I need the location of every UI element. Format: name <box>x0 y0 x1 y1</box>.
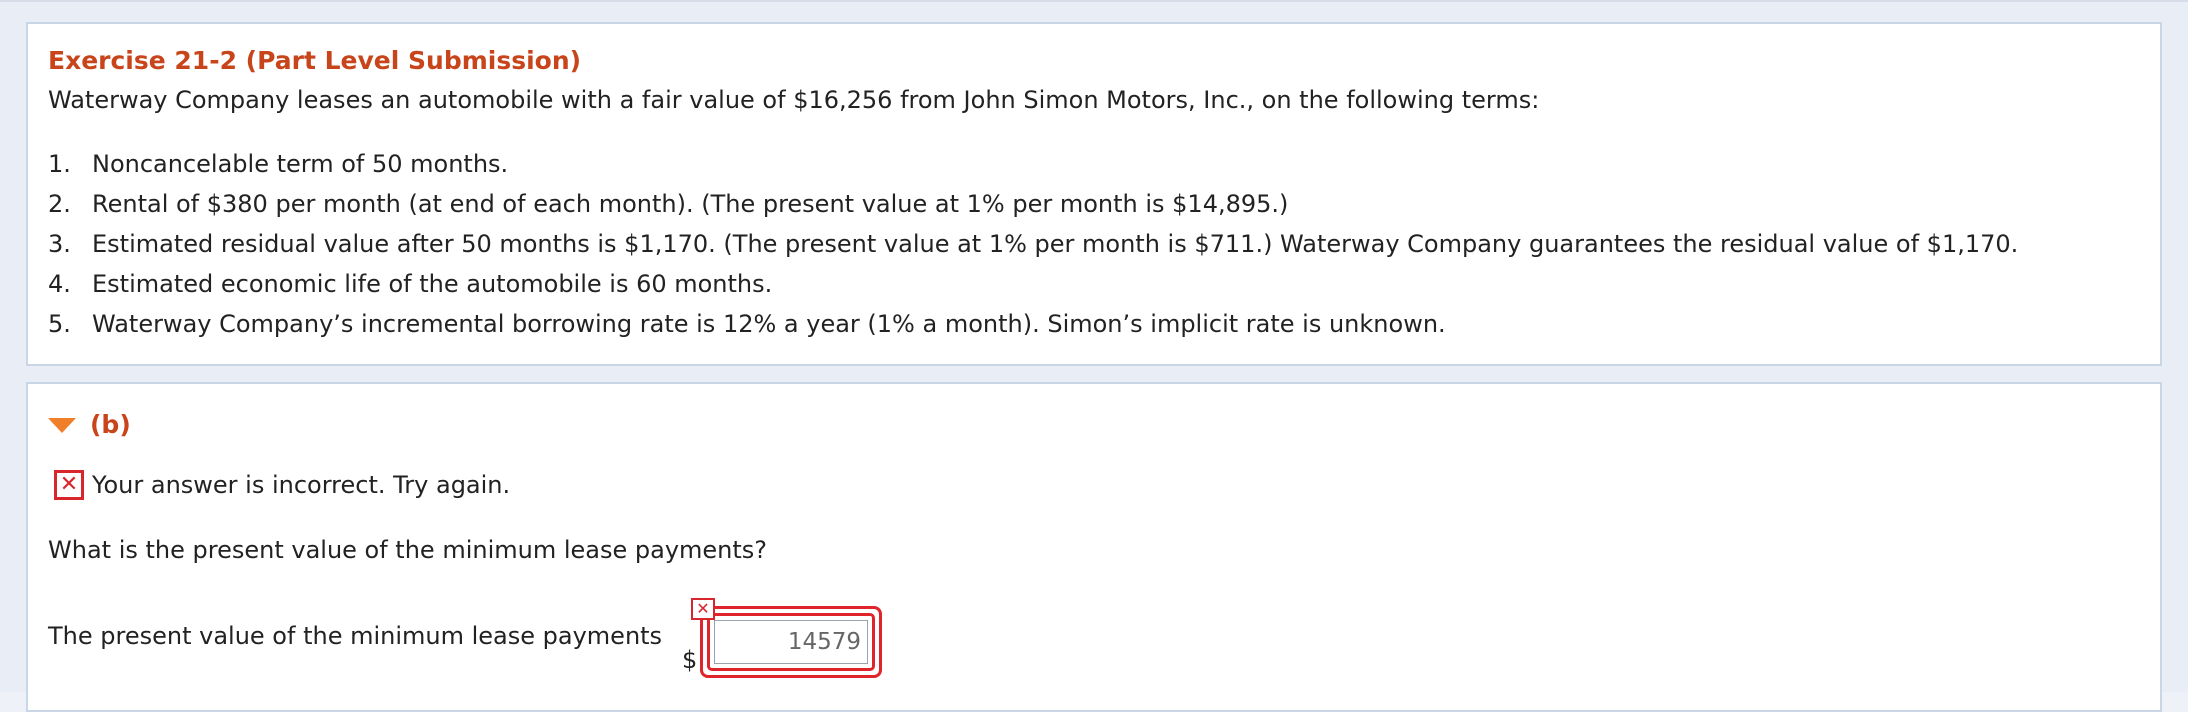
answer-error-frame <box>700 606 882 678</box>
term-text: Estimated economic life of the automobil… <box>92 270 773 298</box>
part-b-panel: (b) ✕ Your answer is incorrect. Try agai… <box>26 382 2162 712</box>
caret-down-icon[interactable] <box>48 417 76 433</box>
term-number: 3. <box>48 230 71 258</box>
term-number: 1. <box>48 150 71 178</box>
feedback-message: ✕ Your answer is incorrect. Try again. <box>54 470 510 500</box>
x-icon: ✕ <box>54 470 84 500</box>
x-icon: ✕ <box>691 598 715 620</box>
term-text: Estimated residual value after 50 months… <box>92 230 2019 258</box>
term-text: Noncancelable term of 50 months. <box>92 150 509 178</box>
currency-symbol: $ <box>682 646 698 674</box>
exercise-intro: Waterway Company leases an automobile wi… <box>48 86 1540 114</box>
answer-label: The present value of the minimum lease p… <box>48 622 663 650</box>
term-text: Rental of $380 per month (at end of each… <box>92 190 1289 218</box>
term-number: 2. <box>48 190 71 218</box>
term-item: 2. Rental of $380 per month (at end of ea… <box>48 184 2018 224</box>
exercise-panel: Exercise 21-2 (Part Level Submission) Wa… <box>26 22 2162 366</box>
question-text: What is the present value of the minimum… <box>48 536 768 564</box>
terms-list: 1. Noncancelable term of 50 months. 2. Ren… <box>48 144 2018 344</box>
term-item: 1. Noncancelable term of 50 months. <box>48 144 2018 184</box>
term-item: 4. Estimated economic life of the automob… <box>48 264 2018 304</box>
part-b-toggle[interactable]: (b) <box>48 404 131 444</box>
term-item: 5. Waterway Company’s incremental borrowi… <box>48 304 2018 344</box>
feedback-text: Your answer is incorrect. Try again. <box>92 471 511 499</box>
exercise-title: Exercise 21-2 (Part Level Submission) <box>48 46 582 75</box>
part-label: (b) <box>90 409 131 439</box>
term-item: 3. Estimated residual value after 50 mont… <box>48 224 2018 264</box>
term-number: 5. <box>48 310 71 338</box>
term-number: 4. <box>48 270 71 298</box>
page: Exercise 21-2 (Part Level Submission) Wa… <box>0 0 2188 712</box>
answer-input[interactable] <box>714 620 868 664</box>
term-text: Waterway Company’s incremental borrowing… <box>92 310 1446 338</box>
answer-error-frame-inner <box>707 613 875 671</box>
